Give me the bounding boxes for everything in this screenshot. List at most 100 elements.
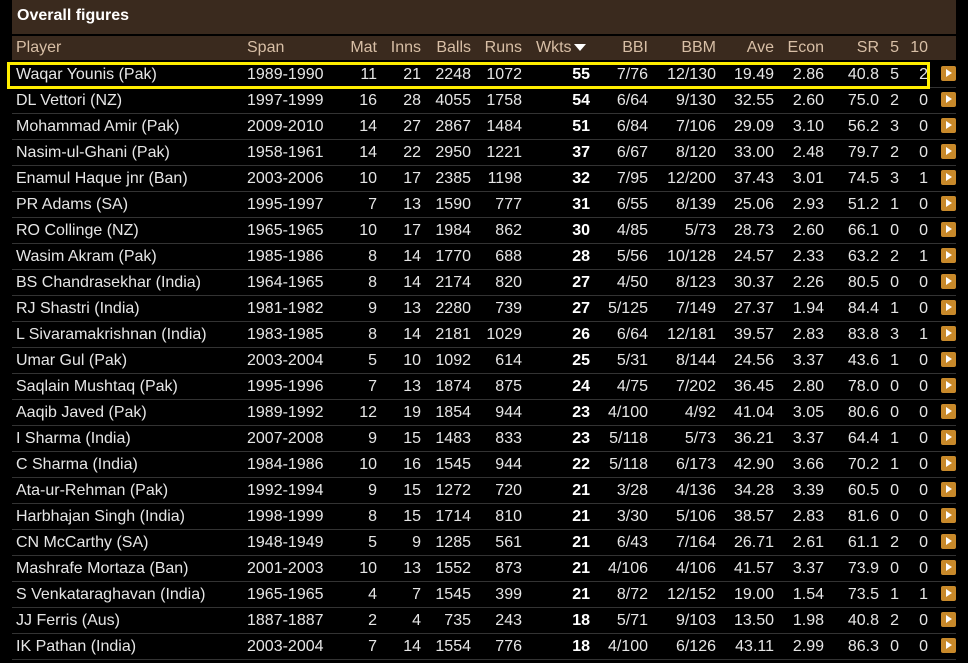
- cell-player[interactable]: Mohammad Amir (Pak): [16, 114, 246, 139]
- expand-arrow-icon[interactable]: [941, 300, 956, 315]
- cell-player[interactable]: Enamul Haque jnr (Ban): [16, 166, 246, 191]
- cell-runs: 1221: [486, 144, 522, 161]
- expand-arrow-icon[interactable]: [941, 378, 956, 393]
- cell-ave: 43.11: [735, 638, 774, 655]
- expand-arrow-icon[interactable]: [941, 560, 956, 575]
- column-header-bbi[interactable]: BBI: [590, 36, 648, 60]
- cell-balls: 1854: [435, 404, 471, 421]
- expand-arrow-icon[interactable]: [941, 612, 956, 627]
- cell-sr: 84.4: [847, 300, 879, 317]
- expand-arrow-icon[interactable]: [941, 508, 956, 523]
- cell-player[interactable]: Waqar Younis (Pak): [16, 62, 246, 87]
- column-header-ave[interactable]: Ave: [716, 36, 774, 60]
- cell-player[interactable]: C Sharma (India): [16, 452, 246, 477]
- expand-arrow-icon[interactable]: [941, 92, 956, 107]
- cell-mat: 10: [359, 560, 377, 577]
- cell-player[interactable]: Nasim-ul-Ghani (Pak): [16, 140, 246, 165]
- cell-player[interactable]: DL Vettori (NZ): [16, 88, 246, 113]
- cell-runs: 944: [495, 456, 522, 473]
- cell-ave: 24.57: [733, 248, 774, 265]
- expand-arrow-icon[interactable]: [941, 482, 956, 497]
- column-header-econ[interactable]: Econ: [774, 36, 824, 60]
- table-body: Waqar Younis (Pak) 1989-1990 11 21 2248 1072 5…: [12, 62, 956, 660]
- cell-player[interactable]: JJ Ferris (Aus): [16, 608, 246, 633]
- cell-sr: 40.8: [847, 612, 879, 629]
- cell-player[interactable]: I Sharma (India): [16, 426, 246, 451]
- cell-balls: 1874: [435, 378, 471, 395]
- cell-inns: 9: [412, 534, 421, 551]
- table-row: I Sharma (India) 2007-2008 9 15 1483 833 23 5/1…: [12, 426, 956, 452]
- cell-mat: 8: [368, 326, 377, 343]
- expand-arrow-icon[interactable]: [941, 274, 956, 289]
- cell-ave: 32.55: [733, 92, 774, 109]
- cell-player[interactable]: Harbhajan Singh (India): [16, 504, 246, 529]
- cell-five: 1: [890, 430, 899, 447]
- cell-player[interactable]: S Venkataraghavan (India): [16, 582, 246, 607]
- cell-bbi: 5/118: [609, 430, 648, 447]
- cell-player[interactable]: Aaqib Javed (Pak): [16, 400, 246, 425]
- cell-player[interactable]: Saqlain Mushtaq (Pak): [16, 374, 246, 399]
- cell-inns: 13: [403, 300, 421, 317]
- expand-arrow-icon[interactable]: [941, 352, 956, 367]
- expand-arrow-icon[interactable]: [941, 248, 956, 263]
- column-header-runs[interactable]: Runs: [471, 36, 522, 60]
- table-row: DL Vettori (NZ) 1997-1999 16 28 4055 1758 54 6/…: [12, 88, 956, 114]
- column-header-sr[interactable]: SR: [824, 36, 879, 60]
- column-header-span[interactable]: Span: [247, 36, 327, 60]
- cell-bbi: 5/125: [607, 300, 648, 317]
- expand-arrow-icon[interactable]: [941, 118, 956, 133]
- expand-arrow-icon[interactable]: [941, 638, 956, 653]
- cell-inns: 17: [403, 222, 421, 239]
- column-header-bbm[interactable]: BBM: [648, 36, 716, 60]
- cell-balls: 2950: [435, 144, 471, 161]
- cell-wkts: 22: [572, 456, 590, 473]
- expand-arrow-icon[interactable]: [941, 196, 956, 211]
- expand-arrow-icon[interactable]: [941, 586, 956, 601]
- expand-arrow-icon[interactable]: [941, 430, 956, 445]
- expand-arrow-icon[interactable]: [941, 66, 956, 81]
- cell-span: 1989-1992: [247, 404, 324, 421]
- column-header-five[interactable]: 5: [879, 36, 899, 60]
- cell-bbi: 7/95: [616, 170, 648, 187]
- expand-arrow-icon[interactable]: [941, 144, 956, 159]
- column-header-balls[interactable]: Balls: [421, 36, 471, 60]
- cell-five: 1: [890, 352, 899, 369]
- cell-sr: 78.0: [847, 378, 879, 395]
- cell-runs: 810: [495, 508, 522, 525]
- column-header-player[interactable]: Player: [16, 36, 216, 60]
- cell-ave: 41.57: [733, 560, 774, 577]
- cell-player[interactable]: RJ Shastri (India): [16, 296, 246, 321]
- expand-arrow-icon[interactable]: [941, 534, 956, 549]
- cell-player[interactable]: IK Pathan (India): [16, 634, 246, 659]
- cell-player[interactable]: CN McCarthy (SA): [16, 530, 246, 555]
- expand-arrow-icon[interactable]: [941, 404, 956, 419]
- cell-player[interactable]: RO Collinge (NZ): [16, 218, 246, 243]
- cell-mat: 7: [368, 196, 377, 213]
- column-header-wkts[interactable]: Wkts: [536, 36, 596, 60]
- cell-ave: 36.21: [733, 430, 774, 447]
- cell-inns: 19: [403, 404, 421, 421]
- cell-wkts: 55: [572, 66, 590, 83]
- cell-player[interactable]: Ata-ur-Rehman (Pak): [16, 478, 246, 503]
- column-header-mat[interactable]: Mat: [327, 36, 377, 60]
- cell-player[interactable]: L Sivaramakrishnan (India): [16, 322, 246, 347]
- expand-arrow-icon[interactable]: [941, 326, 956, 341]
- expand-arrow-icon[interactable]: [941, 170, 956, 185]
- expand-arrow-icon[interactable]: [941, 456, 956, 471]
- cell-econ: 2.86: [792, 66, 824, 83]
- column-header-inns[interactable]: Inns: [377, 36, 421, 60]
- section-title: Overall figures: [17, 7, 130, 24]
- cell-ave: 29.09: [733, 118, 774, 135]
- cell-mat: 11: [360, 66, 377, 83]
- cell-player[interactable]: Mashrafe Mortaza (Ban): [16, 556, 246, 581]
- cell-wkts: 26: [572, 326, 590, 343]
- cell-player[interactable]: BS Chandrasekhar (India): [16, 270, 246, 295]
- column-header-ten[interactable]: 10: [899, 36, 928, 60]
- cell-inns: 14: [403, 326, 421, 343]
- cell-mat: 8: [368, 248, 377, 265]
- cell-player[interactable]: Wasim Akram (Pak): [16, 244, 246, 269]
- expand-arrow-icon[interactable]: [941, 222, 956, 237]
- table-row: Mohammad Amir (Pak) 2009-2010 14 27 2867 1484…: [12, 114, 956, 140]
- cell-player[interactable]: Umar Gul (Pak): [16, 348, 246, 373]
- cell-player[interactable]: PR Adams (SA): [16, 192, 246, 217]
